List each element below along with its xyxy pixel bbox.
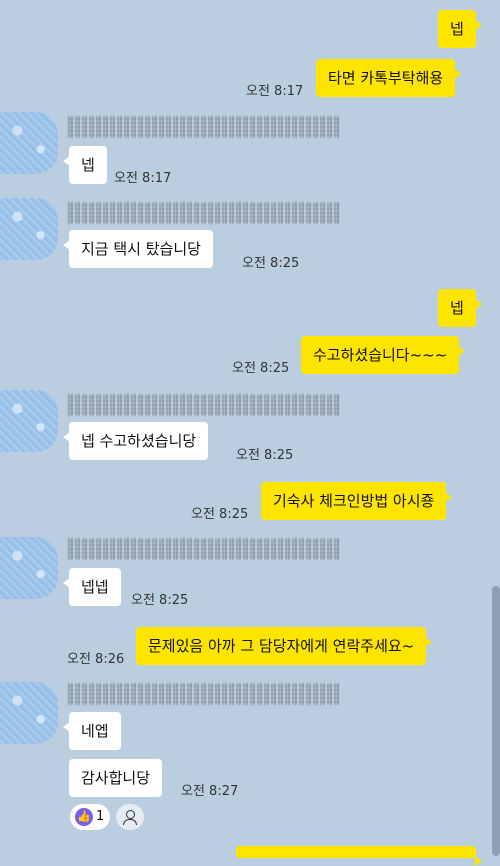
sender-name-blurred [68,683,340,705]
sender-name-blurred [68,538,340,560]
sender-name-blurred [68,116,340,138]
my-message-bubble[interactable]: 기숙사 체크인방법 아시죵 [261,482,453,520]
their-message-bubble[interactable]: 넵넵 [63,568,121,606]
message-time: 오전 8:25 [131,593,189,608]
message-time: 오전 8:25 [191,507,249,522]
my-message-bubble[interactable]: 수고하셨습니다~~~ [301,336,466,374]
my-message-bubble[interactable]: 넵 [438,10,482,48]
message-time: 오전 8:25 [242,256,300,271]
sender-name-blurred [68,202,340,224]
thumbs-up-icon: 👍 [75,808,93,826]
sender-name-blurred [68,394,340,416]
person-icon-body [123,819,137,825]
their-message-bubble[interactable]: 지금 택시 탔습니당 [63,230,213,268]
message-time: 오전 8:26 [67,652,125,667]
my-message-bubble[interactable]: 타면 카톡부탁해용 [316,59,462,97]
message-time: 오전 8:27 [181,784,239,799]
message-time: 오전 8:17 [246,84,304,99]
person-icon [126,810,135,819]
profile-avatar[interactable] [0,112,58,174]
reaction-count: 1 [96,809,105,824]
scrollbar-thumb[interactable] [492,586,500,856]
their-message-bubble[interactable]: 감사합니당 [69,759,163,797]
reaction-badge[interactable]: 👍 1 [70,804,110,830]
profile-avatar[interactable] [0,198,58,260]
message-time: 오전 8:25 [232,361,290,376]
profile-avatar[interactable] [0,537,58,599]
their-message-bubble[interactable]: 네엡 [63,712,121,750]
add-reaction-button[interactable] [116,804,144,830]
my-message-bubble[interactable]: 문제있음 아까 그 담당자에게 연락주세요~ [136,627,433,665]
their-message-bubble[interactable]: 넵 [63,146,107,184]
profile-avatar[interactable] [0,682,58,744]
message-time: 오전 8:25 [236,448,294,463]
their-message-bubble[interactable]: 넵 수고하셨습니당 [62,422,209,460]
my-message-bubble-partial[interactable] [236,846,482,866]
message-time: 오전 8:17 [114,171,172,186]
my-message-bubble[interactable]: 넵 [438,289,482,327]
profile-avatar[interactable] [0,390,58,452]
